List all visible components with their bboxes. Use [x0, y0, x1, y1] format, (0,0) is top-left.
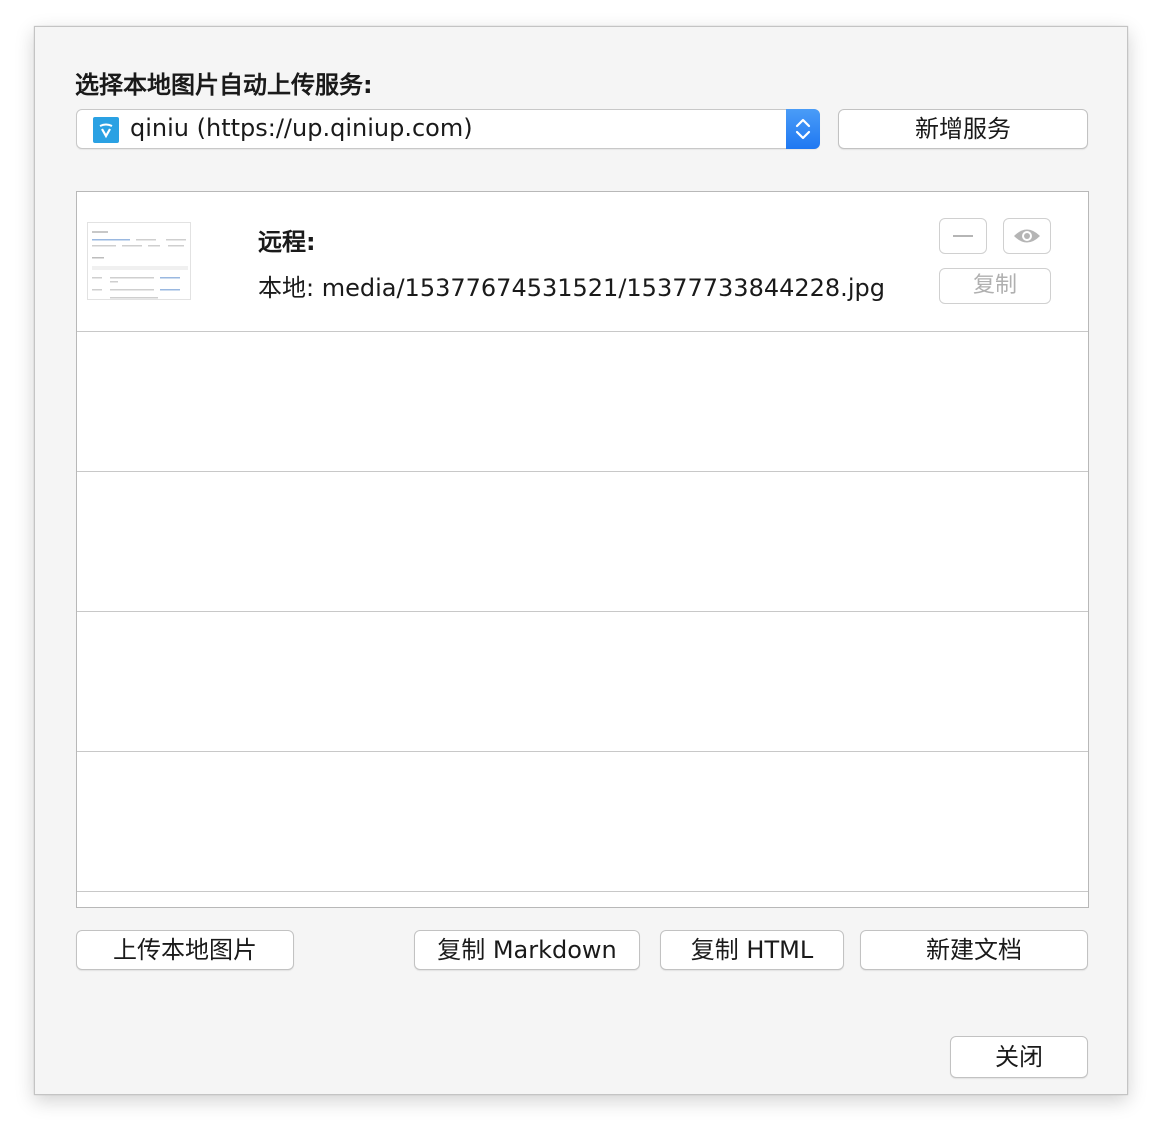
select-stepper-icon[interactable]	[786, 109, 820, 149]
copy-html-button[interactable]: 复制 HTML	[660, 930, 844, 970]
remove-image-button[interactable]	[939, 218, 987, 254]
remote-url-label: 远程:	[258, 228, 316, 256]
image-thumbnail	[87, 222, 191, 300]
new-document-button[interactable]: 新建文档	[860, 930, 1088, 970]
minus-icon	[940, 235, 986, 257]
close-button[interactable]: 关闭	[950, 1036, 1088, 1078]
service-select-value: qiniu (https://up.qiniup.com)	[130, 114, 473, 142]
upload-local-image-button[interactable]: 上传本地图片	[76, 930, 294, 970]
copy-url-button[interactable]: 复制	[939, 268, 1051, 304]
list-item	[77, 332, 1088, 472]
service-select-label: 选择本地图片自动上传服务:	[75, 71, 373, 99]
eye-icon	[1004, 229, 1050, 257]
image-list[interactable]: 远程: 本地: media/15377674531521/15377733844…	[76, 191, 1089, 908]
list-item[interactable]: 远程: 本地: media/15377674531521/15377733844…	[77, 192, 1088, 332]
add-service-button[interactable]: 新增服务	[838, 109, 1088, 149]
list-item	[77, 612, 1088, 752]
qiniu-logo-icon	[93, 117, 119, 143]
copy-markdown-button[interactable]: 复制 Markdown	[414, 930, 640, 970]
list-item	[77, 472, 1088, 612]
preview-image-button[interactable]	[1003, 218, 1051, 254]
list-item	[77, 752, 1088, 892]
local-path-text: 本地: media/15377674531521/15377733844228.…	[258, 274, 885, 302]
upload-dialog: 选择本地图片自动上传服务: qiniu (https://up.qiniup.c…	[34, 26, 1128, 1095]
service-select[interactable]: qiniu (https://up.qiniup.com)	[76, 109, 820, 149]
